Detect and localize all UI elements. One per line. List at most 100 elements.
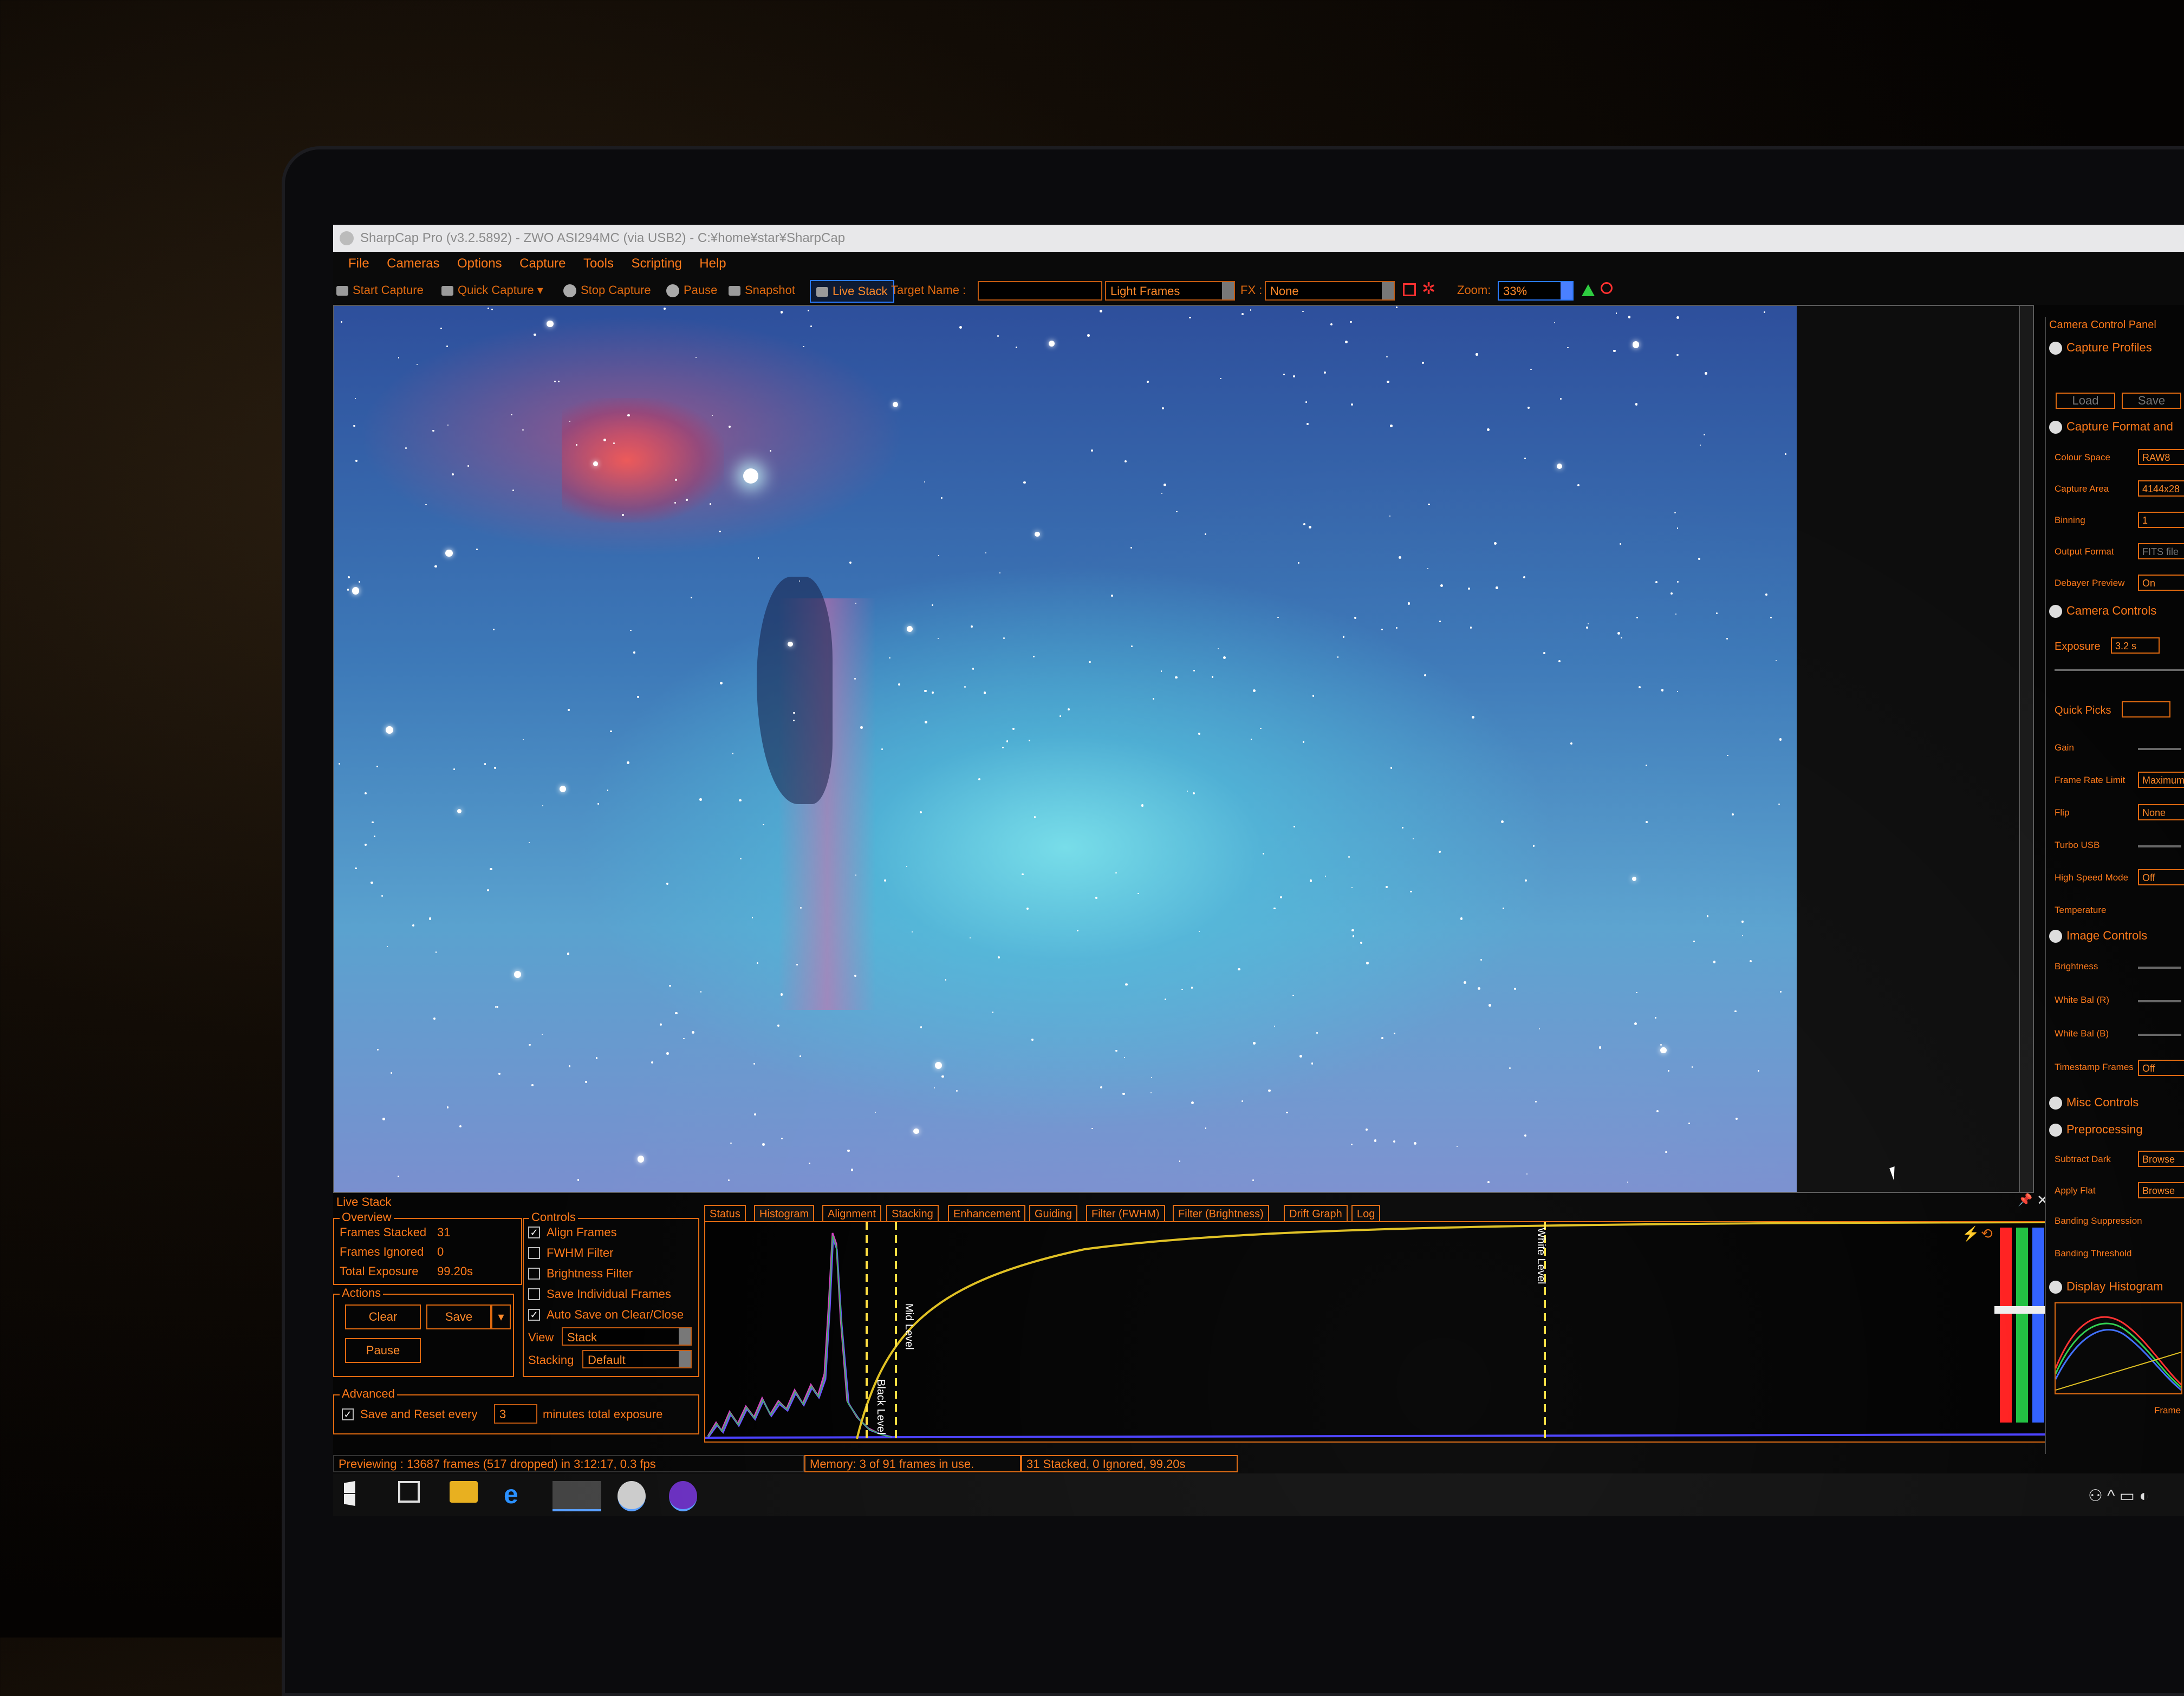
menu-file[interactable]: File [348,252,369,276]
capture-format-header[interactable]: Capture Format and [2049,420,2173,434]
flip-select[interactable]: None [2138,804,2184,820]
fx-select[interactable]: None [1265,281,1395,301]
green-slider[interactable] [2016,1228,2028,1423]
frame-type-select[interactable]: Light Frames [1105,281,1235,301]
histogram-chart[interactable]: Black Level Mid Level White Level ⚡ ⟲ [705,1221,2049,1441]
star [751,916,753,918]
stacking-select[interactable]: Default [582,1350,692,1368]
align-frames-checkbox[interactable]: ✓ [528,1227,540,1238]
zoom-select[interactable]: 33% [1498,281,1574,301]
tab-drift-graph[interactable]: Drift Graph [1284,1205,1348,1222]
gain-slider[interactable] [2138,748,2181,750]
align-frames-label: Align Frames [547,1225,617,1239]
save-individual-label: Save Individual Frames [547,1287,671,1301]
auto-save-checkbox[interactable]: ✓ [528,1309,540,1321]
output-format-select[interactable]: FITS file [2138,543,2184,559]
pause-button[interactable]: Pause [666,276,717,305]
turbo-usb-slider[interactable] [2138,845,2181,847]
timestamp-select[interactable]: Off [2138,1060,2184,1076]
camera-app-icon[interactable] [618,1481,646,1511]
system-tray-icons[interactable]: ⚇ ^ ▭ ◐ [2088,1486,2149,1505]
save-button[interactable]: Save [426,1304,491,1329]
tab-enhancement[interactable]: Enhancement [948,1205,1026,1222]
menu-capture[interactable]: Capture [519,252,566,276]
menu-help[interactable]: Help [699,252,726,276]
star [1374,1139,1377,1142]
load-profile-button[interactable]: Load [2056,393,2115,409]
misc-controls-header[interactable]: Misc Controls [2049,1095,2138,1110]
start-menu-icon[interactable] [344,1481,355,1506]
viewer-scrollbar[interactable] [2019,306,2033,1192]
target-name-input[interactable] [978,281,1102,301]
live-stack-button[interactable]: Live Stack [810,280,894,303]
tab-guiding[interactable]: Guiding [1029,1205,1077,1222]
subtract-dark-select[interactable]: Browse [2138,1151,2184,1167]
binning-select[interactable]: 1 [2138,512,2184,528]
brightness-filter-checkbox[interactable] [528,1268,540,1280]
image-viewer[interactable] [333,305,2034,1193]
tab-stacking[interactable]: Stacking [886,1205,939,1222]
tab-filter-brightness[interactable]: Filter (Brightness) [1173,1205,1269,1222]
reset-icon[interactable]: ⟲ [1981,1225,1993,1242]
tab-log[interactable]: Log [1351,1205,1381,1222]
exposure-slider[interactable] [2055,669,2184,671]
internet-explorer-icon[interactable]: e [504,1481,532,1509]
blue-slider[interactable] [2032,1228,2044,1423]
capture-area-select[interactable]: 4144x28 [2138,480,2184,497]
histogram-panel[interactable]: Black Level Mid Level White Level ⚡ ⟲ [704,1221,2050,1443]
stop-capture-button[interactable]: Stop Capture [563,276,651,305]
quick-capture-button[interactable]: Quick Capture ▾ [441,276,543,305]
tab-histogram[interactable]: Histogram [754,1205,815,1222]
view-select[interactable]: Stack [562,1327,692,1346]
high-speed-select[interactable]: Off [2138,869,2184,885]
menu-cameras[interactable]: Cameras [387,252,439,276]
white-bal-r-slider[interactable] [2138,1000,2181,1002]
lightning-icon[interactable]: ⚡ [1962,1225,1979,1242]
start-capture-button[interactable]: Start Capture [336,276,424,305]
star [352,587,360,595]
apply-flat-select[interactable]: Browse [2138,1182,2184,1198]
frame-rate-select[interactable]: Maximum [2138,772,2184,788]
display-histogram-chart[interactable] [2055,1302,2182,1394]
record-icon[interactable] [1403,283,1416,296]
sharpcap-task-icon[interactable] [552,1481,601,1511]
red-slider[interactable] [2000,1228,2012,1423]
save-individual-checkbox[interactable] [528,1288,540,1300]
slider-handle[interactable] [1994,1306,2049,1314]
target-icon[interactable] [1601,282,1613,294]
star [1467,587,1471,590]
task-view-icon[interactable] [398,1481,420,1503]
tab-filter-fwhm[interactable]: Filter (FWHM) [1086,1205,1165,1222]
star [1456,1145,1458,1147]
menu-tools[interactable]: Tools [583,252,614,276]
debayer-preview-select[interactable]: On [2138,575,2184,591]
camera-controls-header[interactable]: Camera Controls [2049,604,2156,618]
preprocessing-header[interactable]: Preprocessing [2049,1123,2143,1137]
star [1033,656,1035,658]
save-dropdown-button[interactable]: ▾ [491,1304,511,1329]
exposure-input[interactable]: 3.2 s [2111,637,2160,654]
tab-alignment[interactable]: Alignment [822,1205,881,1222]
display-histogram-header[interactable]: Display Histogram [2049,1280,2163,1294]
menu-scripting[interactable]: Scripting [631,252,681,276]
fwhm-filter-checkbox[interactable] [528,1247,540,1259]
quick-picks-select[interactable] [2122,701,2170,717]
brightness-slider[interactable] [2138,967,2181,969]
white-bal-b-slider[interactable] [2138,1034,2181,1036]
histogram-icon[interactable] [1582,284,1595,296]
save-reset-stepper[interactable]: 3 [494,1404,537,1424]
astronomy-app-icon[interactable] [669,1481,697,1511]
clear-button[interactable]: Clear [345,1304,421,1329]
save-profile-button[interactable]: Save [2122,393,2181,409]
image-controls-header[interactable]: Image Controls [2049,929,2147,943]
capture-profiles-header[interactable]: Capture Profiles [2049,341,2152,355]
colour-space-select[interactable]: RAW8 [2138,449,2184,465]
save-reset-checkbox[interactable]: ✓ [342,1408,354,1420]
snapshot-button[interactable]: Snapshot [729,276,795,305]
crosshair-icon[interactable]: ✲ [1422,281,1435,297]
pause-stack-button[interactable]: Pause [345,1338,421,1363]
tab-status[interactable]: Status [704,1205,746,1222]
star [1645,765,1647,766]
file-explorer-icon[interactable] [450,1481,478,1503]
menu-options[interactable]: Options [457,252,502,276]
